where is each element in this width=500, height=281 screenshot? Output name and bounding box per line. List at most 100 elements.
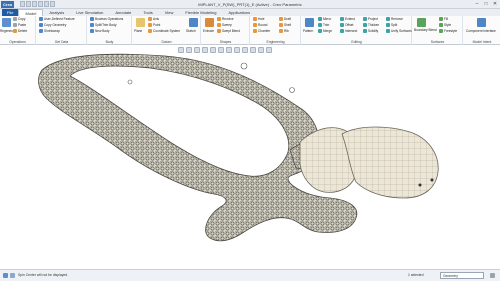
tab-analysis[interactable]: Analysis — [43, 9, 70, 16]
style-button[interactable]: Style — [439, 23, 451, 27]
annotation-display-icon[interactable] — [250, 47, 256, 53]
browser-toggle-icon[interactable] — [10, 273, 15, 278]
boolean-icon — [90, 17, 94, 21]
tab-tools[interactable]: Tools — [137, 9, 158, 16]
tab-view[interactable]: View — [159, 9, 180, 16]
perspective-icon[interactable] — [234, 47, 240, 53]
remove-button[interactable]: Remove — [386, 17, 403, 21]
draft-button[interactable]: Draft — [279, 17, 291, 21]
delete-icon — [13, 29, 17, 33]
solidify-button[interactable]: Solidify — [363, 29, 378, 33]
plane-icon[interactable] — [136, 18, 145, 27]
extrude-button[interactable]: Extrude — [203, 29, 214, 33]
coordinate-system-button[interactable]: Coordinate System — [148, 29, 180, 33]
copy-geometry-button[interactable]: Copy Geometry — [39, 23, 66, 27]
project-button[interactable]: Project — [363, 17, 378, 21]
unify-surfaces-button[interactable]: Unify Surfaces — [386, 29, 412, 33]
split-trim-body-button[interactable]: Split/Trim Body — [90, 23, 117, 27]
intersect-button[interactable]: Intersect — [340, 29, 357, 33]
boundary-blend-button[interactable]: Boundary Blend — [414, 28, 437, 32]
appearance-icon[interactable] — [266, 47, 272, 53]
repaint-icon[interactable] — [202, 47, 208, 53]
user-defined-feature-button[interactable]: User-Defined Feature — [39, 17, 75, 21]
copy-button[interactable]: Copy — [13, 17, 25, 21]
remove-icon — [386, 17, 390, 21]
revolve-button[interactable]: Revolve — [217, 17, 234, 21]
zoom-in-icon[interactable] — [186, 47, 192, 53]
title-bar: Creo IMPLANT_V_P(SW)_PRT(1)_E (Active) -… — [0, 0, 500, 9]
round-button[interactable]: Round — [253, 23, 267, 27]
tab-live-simulation[interactable]: Live Simulation — [70, 9, 109, 16]
shrinkwrap-button[interactable]: Shrinkwrap — [39, 29, 60, 33]
plane-button[interactable]: Plane — [134, 29, 142, 33]
saved-orientations-icon[interactable] — [218, 47, 224, 53]
tab-applications[interactable]: Applications — [223, 9, 257, 16]
trim-icon — [318, 23, 322, 27]
draft-icon — [279, 17, 283, 21]
close-button[interactable]: ✕ — [492, 1, 498, 7]
sketch-icon[interactable] — [189, 18, 198, 27]
pattern-button[interactable]: Pattern — [303, 29, 313, 33]
hole-icon — [253, 17, 257, 21]
minimize-button[interactable]: – — [474, 1, 480, 7]
merge-icon — [318, 29, 322, 33]
split-button[interactable]: Split — [386, 23, 397, 27]
refit-icon[interactable] — [178, 47, 184, 53]
point-button[interactable]: Point — [148, 23, 160, 27]
component-interface-icon[interactable] — [477, 18, 486, 27]
rib-icon — [279, 29, 283, 33]
mirror-button[interactable]: Mirror — [318, 17, 331, 21]
pattern-icon[interactable] — [305, 18, 314, 27]
implant-cap — [341, 126, 439, 199]
freestyle-button[interactable]: Freestyle — [439, 29, 457, 33]
shell-button[interactable]: Shell — [279, 23, 291, 27]
shrinkwrap-icon — [39, 29, 43, 33]
spin-center-icon[interactable] — [258, 47, 264, 53]
chevron-down-icon[interactable] — [490, 273, 495, 278]
tab-annotate[interactable]: Annotate — [109, 9, 137, 16]
hole-button[interactable]: Hole — [253, 17, 265, 21]
extrude-icon[interactable] — [205, 18, 214, 27]
shell-icon — [279, 23, 283, 27]
sketch-button[interactable]: Sketch — [186, 29, 196, 33]
model-tree-toggle-icon[interactable] — [3, 273, 8, 278]
delete-button[interactable]: Delete — [13, 29, 27, 33]
tab-model[interactable]: Model — [18, 9, 44, 16]
fill-icon — [439, 17, 443, 21]
group-label: Model Intent — [472, 40, 492, 44]
group-get-data: User-Defined Feature Copy Geometry Shrin… — [37, 16, 87, 45]
freestyle-icon — [439, 29, 443, 33]
offset-button[interactable]: Offset — [340, 23, 353, 27]
chamfer-button[interactable]: Chamfer — [253, 29, 270, 33]
display-style-icon[interactable] — [210, 47, 216, 53]
view-manager-icon[interactable] — [226, 47, 232, 53]
group-label: Editing — [351, 40, 362, 44]
axis-button[interactable]: Axis — [148, 17, 159, 21]
status-message: Spin Center will not be displayed. — [18, 273, 69, 277]
fill-button[interactable]: Fill — [439, 17, 448, 21]
boolean-operations-button[interactable]: Boolean Operations — [90, 17, 123, 21]
swept-blend-icon — [217, 29, 221, 33]
graphics-window[interactable] — [0, 46, 500, 269]
tab-flexible-modeling[interactable]: Flexible Modeling — [179, 9, 222, 16]
boundary-blend-icon[interactable] — [417, 18, 426, 27]
new-body-button[interactable]: New Body — [90, 29, 110, 33]
selection-count: 1 selected — [408, 273, 424, 277]
rib-button[interactable]: Rib — [279, 29, 289, 33]
extend-button[interactable]: Extend — [340, 17, 355, 21]
merge-button[interactable]: Merge — [318, 29, 332, 33]
maximize-button[interactable]: □ — [483, 1, 489, 7]
sweep-button[interactable]: Sweep — [217, 23, 232, 27]
paste-button[interactable]: Paste — [13, 23, 26, 27]
regenerate-icon[interactable] — [2, 18, 11, 27]
group-label: Shapes — [219, 40, 232, 44]
selection-filter[interactable]: Geometry — [440, 272, 484, 279]
zoom-out-icon[interactable] — [194, 47, 200, 53]
datum-display-icon[interactable] — [242, 47, 248, 53]
thicken-button[interactable]: Thicken — [363, 23, 379, 27]
component-interface-button[interactable]: Component Interface — [466, 29, 496, 33]
tab-file[interactable]: File — [2, 9, 19, 16]
split-body-icon — [90, 23, 94, 27]
trim-button[interactable]: Trim — [318, 23, 329, 27]
swept-blend-button[interactable]: Swept Blend — [217, 29, 240, 33]
